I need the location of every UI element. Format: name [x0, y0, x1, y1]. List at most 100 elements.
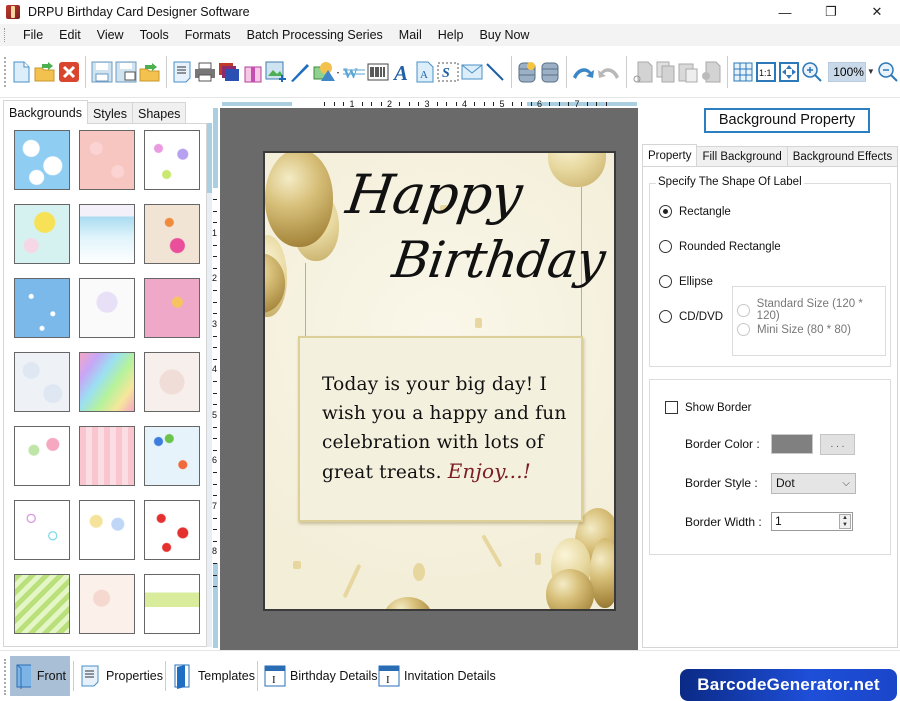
- radio-button[interactable]: [659, 240, 672, 253]
- restore-button[interactable]: ❐: [808, 0, 854, 24]
- database-button[interactable]: [517, 60, 538, 84]
- menu-help[interactable]: Help: [430, 24, 472, 46]
- copy-button[interactable]: [655, 60, 676, 84]
- new-button[interactable]: [11, 60, 32, 84]
- background-thumbnail-balloons-bird[interactable]: [144, 204, 200, 264]
- bottom-tab-birthday-details[interactable]: I Birthday Details: [260, 656, 382, 696]
- message-box[interactable]: Today is your big day! I wish you a happ…: [298, 336, 583, 522]
- background-thumbnail-pastel-balloons[interactable]: [79, 278, 135, 338]
- cut-button[interactable]: [632, 60, 653, 84]
- show-border-checkbox[interactable]: Show Border: [665, 401, 751, 414]
- birthday-card[interactable]: Happy Birthday Today is your big day! I …: [263, 151, 616, 611]
- stepper-arrows-icon[interactable]: ▲ ▼: [839, 514, 851, 529]
- background-thumbnail-teddy-bear[interactable]: [144, 352, 200, 412]
- background-thumbnail-green-stripes[interactable]: [14, 574, 70, 634]
- background-property-button[interactable]: Background Property: [704, 108, 870, 133]
- bottom-tab-front[interactable]: Front: [10, 656, 70, 696]
- background-thumbnail-daisies[interactable]: [14, 204, 70, 264]
- mail-button[interactable]: [461, 60, 483, 84]
- border-style-select[interactable]: Dot ⌵: [771, 473, 856, 494]
- minimize-button[interactable]: —: [762, 0, 808, 24]
- menu-tools[interactable]: Tools: [132, 24, 177, 46]
- radio-ellipse[interactable]: Ellipse: [659, 275, 713, 288]
- background-thumbnail-rainbow-watercolor[interactable]: [79, 352, 135, 412]
- layers-button[interactable]: [218, 60, 240, 84]
- add-image-button[interactable]: [265, 60, 287, 84]
- background-thumbnail-cakes-pattern[interactable]: [79, 574, 135, 634]
- bottom-tab-properties[interactable]: Properties: [76, 656, 167, 696]
- background-thumbnail-happy-birthday-text[interactable]: [14, 426, 70, 486]
- background-thumbnail-butterflies[interactable]: [144, 130, 200, 190]
- tab-shapes[interactable]: Shapes: [132, 102, 187, 124]
- background-thumbnail-balloon-bunches[interactable]: [79, 500, 135, 560]
- tab-fill-background[interactable]: Fill Background: [696, 146, 788, 166]
- menu-buy-now[interactable]: Buy Now: [471, 24, 537, 46]
- background-thumbnail-bubbles[interactable]: [14, 352, 70, 412]
- open-button[interactable]: [34, 60, 56, 84]
- properties-button[interactable]: [172, 60, 193, 84]
- grid-button[interactable]: [733, 60, 754, 84]
- background-thumbnail-red-hearts[interactable]: [144, 500, 200, 560]
- pen-button[interactable]: [289, 60, 311, 84]
- close-file-button[interactable]: [58, 60, 80, 84]
- bottom-tab-invitation-details[interactable]: I Invitation Details: [374, 656, 500, 696]
- barcode-button[interactable]: [367, 60, 389, 84]
- watermark-button[interactable]: W: [343, 60, 366, 84]
- signature-button[interactable]: S: [437, 60, 459, 84]
- tab-backgrounds[interactable]: Backgrounds: [3, 100, 88, 124]
- menu-mail[interactable]: Mail: [391, 24, 430, 46]
- border-color-swatch[interactable]: [771, 434, 813, 454]
- database2-button[interactable]: [540, 60, 561, 84]
- background-thumbnail-pink-party[interactable]: [144, 278, 200, 338]
- bottom-tab-templates[interactable]: Templates: [168, 656, 259, 696]
- background-thumbnail-pink-floral[interactable]: [79, 130, 135, 190]
- background-thumbnail-colorful-balloons[interactable]: [144, 426, 200, 486]
- border-color-picker-button[interactable]: . . .: [820, 434, 855, 455]
- print-button[interactable]: [194, 60, 216, 84]
- delete-button[interactable]: [701, 60, 722, 84]
- menu-formats[interactable]: Formats: [177, 24, 239, 46]
- menu-batch-processing[interactable]: Batch Processing Series: [239, 24, 391, 46]
- word-art-button[interactable]: A: [414, 60, 435, 84]
- card-message[interactable]: Today is your big day! I wish you a happ…: [322, 370, 582, 487]
- fit-button[interactable]: [778, 60, 799, 84]
- menu-view[interactable]: View: [89, 24, 132, 46]
- text-button[interactable]: A: [391, 60, 412, 84]
- actual-size-button[interactable]: 1:1: [755, 60, 777, 84]
- background-thumbnail-clouds[interactable]: [14, 130, 70, 190]
- export-button[interactable]: [139, 60, 161, 84]
- tab-background-effects[interactable]: Background Effects: [786, 146, 899, 166]
- redo-button[interactable]: [597, 60, 621, 84]
- background-thumbnail-heart-outlines[interactable]: [14, 500, 70, 560]
- menu-file[interactable]: File: [15, 24, 51, 46]
- save-as-button[interactable]: [115, 60, 137, 84]
- radio-button[interactable]: [659, 275, 672, 288]
- card-title-birthday[interactable]: Birthday: [389, 231, 608, 289]
- zoom-level-input[interactable]: 100%: [828, 61, 866, 82]
- border-width-stepper[interactable]: 1 ▲ ▼: [771, 512, 853, 531]
- radio-rectangle[interactable]: Rectangle: [659, 205, 731, 218]
- radio-button[interactable]: [659, 205, 672, 218]
- radio-button[interactable]: [659, 310, 672, 323]
- tab-property[interactable]: Property: [642, 144, 698, 166]
- menu-edit[interactable]: Edit: [51, 24, 89, 46]
- background-thumbnail-confetti-meadow[interactable]: [144, 574, 200, 634]
- tab-styles[interactable]: Styles: [86, 102, 134, 124]
- radio-cd-dvd[interactable]: CD/DVD: [659, 310, 723, 323]
- shape-button[interactable]: [313, 60, 341, 84]
- checkbox[interactable]: [665, 401, 678, 414]
- card-title-happy[interactable]: Happy: [343, 163, 526, 226]
- zoom-dropdown[interactable]: ▼: [866, 67, 876, 76]
- gift-button[interactable]: [242, 60, 263, 84]
- background-thumbnail-pink-hearts-stripes[interactable]: [79, 426, 135, 486]
- zoom-out-button[interactable]: [877, 60, 899, 84]
- background-thumbnail-cartoon-landscape[interactable]: [79, 204, 135, 264]
- zoom-in-button[interactable]: [801, 60, 823, 84]
- close-button[interactable]: ✕: [854, 0, 900, 24]
- undo-button[interactable]: [571, 60, 595, 84]
- line-button[interactable]: [485, 60, 506, 84]
- paste-button[interactable]: [678, 60, 699, 84]
- save-button[interactable]: [91, 60, 113, 84]
- background-thumbnail-stars-blue[interactable]: [14, 278, 70, 338]
- radio-rounded-rectangle[interactable]: Rounded Rectangle: [659, 240, 781, 253]
